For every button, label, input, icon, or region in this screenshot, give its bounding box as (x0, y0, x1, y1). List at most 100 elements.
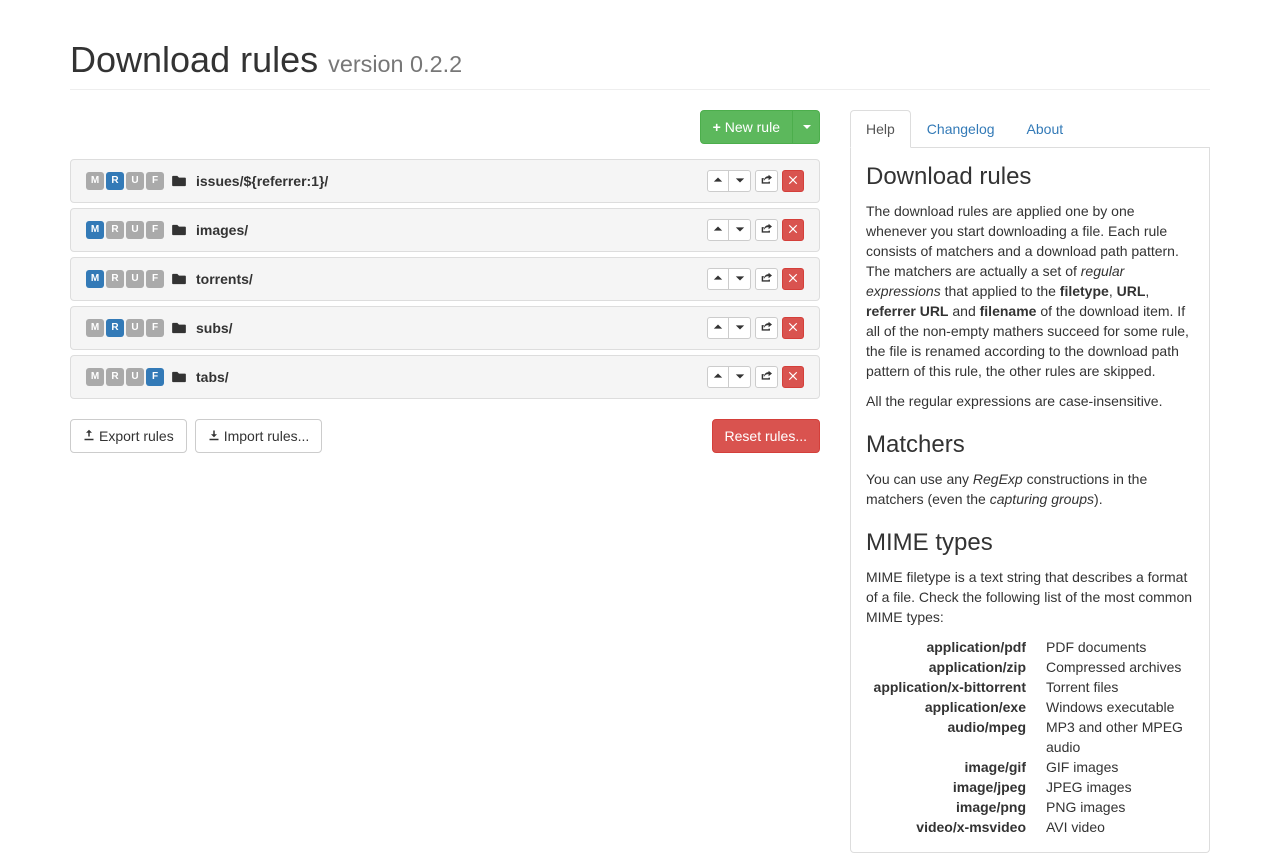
delete-button[interactable] (782, 219, 804, 241)
rule-actions (707, 366, 804, 388)
mime-type: image/jpeg (866, 777, 1026, 797)
share-icon (761, 270, 772, 288)
toolbar-top: + New rule (70, 110, 820, 144)
chevron-down-icon (735, 172, 745, 190)
mime-type: application/exe (866, 697, 1026, 717)
badge-url: U (126, 319, 144, 337)
move-down-button[interactable] (729, 170, 751, 192)
rule-path: tabs/ (196, 369, 229, 385)
move-up-button[interactable] (707, 317, 729, 339)
import-rules-button[interactable]: Import rules... (195, 419, 323, 453)
tab-changelog[interactable]: Changelog (911, 110, 1011, 148)
badge-filename: F (146, 221, 164, 239)
move-down-button[interactable] (729, 219, 751, 241)
rule-badges: MRUF (86, 270, 164, 288)
duplicate-button[interactable] (755, 268, 778, 290)
move-up-button[interactable] (707, 219, 729, 241)
plus-icon: + (713, 117, 721, 137)
badge-url: U (126, 368, 144, 386)
toolbar-bottom: Export rules Import rules... Reset rules… (70, 419, 820, 453)
rule-row[interactable]: MRUF tabs/ (70, 355, 820, 399)
delete-button[interactable] (782, 170, 804, 192)
move-up-button[interactable] (707, 268, 729, 290)
title-text: Download rules (70, 39, 318, 80)
help-p3: You can use any RegExp constructions in … (866, 469, 1194, 509)
rule-path: subs/ (196, 320, 233, 336)
badge-referrer: R (106, 172, 124, 190)
mime-desc: AVI video (1046, 817, 1194, 837)
badge-referrer: R (106, 221, 124, 239)
rule-badges: MRUF (86, 319, 164, 337)
page-title: Download rules version 0.2.2 (70, 40, 1210, 80)
badge-filename: F (146, 270, 164, 288)
share-icon (761, 368, 772, 386)
version-label: version 0.2.2 (328, 51, 462, 77)
mime-desc: JPEG images (1046, 777, 1194, 797)
move-up-button[interactable] (707, 170, 729, 192)
tab-about-label: About (1011, 110, 1080, 148)
badge-filename: F (146, 368, 164, 386)
duplicate-button[interactable] (755, 366, 778, 388)
help-panel: Download rules The download rules are ap… (850, 148, 1210, 853)
badge-referrer: R (106, 270, 124, 288)
rule-badges: MRUF (86, 368, 164, 386)
rule-path: images/ (196, 222, 248, 238)
badge-referrer: R (106, 319, 124, 337)
close-icon (788, 221, 798, 239)
move-down-button[interactable] (729, 317, 751, 339)
new-rule-dropdown-button[interactable] (793, 110, 820, 144)
help-tabs: Help Changelog About (850, 110, 1210, 148)
export-rules-label: Export rules (99, 426, 174, 446)
import-icon (208, 426, 220, 446)
folder-icon (172, 322, 186, 333)
import-rules-label: Import rules... (224, 426, 310, 446)
rule-badges: MRUF (86, 221, 164, 239)
delete-button[interactable] (782, 268, 804, 290)
help-p1: The download rules are applied one by on… (866, 201, 1194, 381)
move-down-button[interactable] (729, 268, 751, 290)
rule-row[interactable]: MRUF subs/ (70, 306, 820, 350)
chevron-down-icon (735, 368, 745, 386)
reset-rules-button[interactable]: Reset rules... (712, 419, 820, 453)
badge-url: U (126, 270, 144, 288)
mime-desc: Compressed archives (1046, 657, 1194, 677)
share-icon (761, 319, 772, 337)
new-rule-button[interactable]: + New rule (700, 110, 793, 144)
duplicate-button[interactable] (755, 170, 778, 192)
badge-mime: M (86, 221, 104, 239)
move-up-button[interactable] (707, 366, 729, 388)
folder-icon (172, 371, 186, 382)
help-p2: All the regular expressions are case-ins… (866, 391, 1194, 411)
share-icon (761, 221, 772, 239)
chevron-down-icon (735, 270, 745, 288)
new-rule-group: + New rule (700, 110, 820, 144)
badge-url: U (126, 221, 144, 239)
mime-type: application/x-bittorrent (866, 677, 1026, 697)
tab-about[interactable]: About (1011, 110, 1080, 148)
badge-filename: F (146, 172, 164, 190)
badge-filename: F (146, 319, 164, 337)
mime-type: image/gif (866, 757, 1026, 777)
badge-url: U (126, 172, 144, 190)
close-icon (788, 319, 798, 337)
rules-list: MRUFissues/${referrer:1}/MRUFimages/MRUF… (70, 159, 820, 399)
folder-icon (172, 175, 186, 186)
chevron-down-icon (735, 221, 745, 239)
close-icon (788, 368, 798, 386)
folder-icon (172, 224, 186, 235)
delete-button[interactable] (782, 366, 804, 388)
rule-row[interactable]: MRUFimages/ (70, 208, 820, 252)
rule-row[interactable]: MRUFissues/${referrer:1}/ (70, 159, 820, 203)
export-icon (83, 426, 95, 446)
duplicate-button[interactable] (755, 317, 778, 339)
duplicate-button[interactable] (755, 219, 778, 241)
export-rules-button[interactable]: Export rules (70, 419, 187, 453)
mime-desc: GIF images (1046, 757, 1194, 777)
help-heading-mime: MIME types (866, 529, 1194, 557)
mime-type: audio/mpeg (866, 717, 1026, 757)
rule-row[interactable]: MRUFtorrents/ (70, 257, 820, 301)
help-heading-matchers: Matchers (866, 431, 1194, 459)
delete-button[interactable] (782, 317, 804, 339)
tab-help[interactable]: Help (850, 110, 911, 148)
move-down-button[interactable] (729, 366, 751, 388)
